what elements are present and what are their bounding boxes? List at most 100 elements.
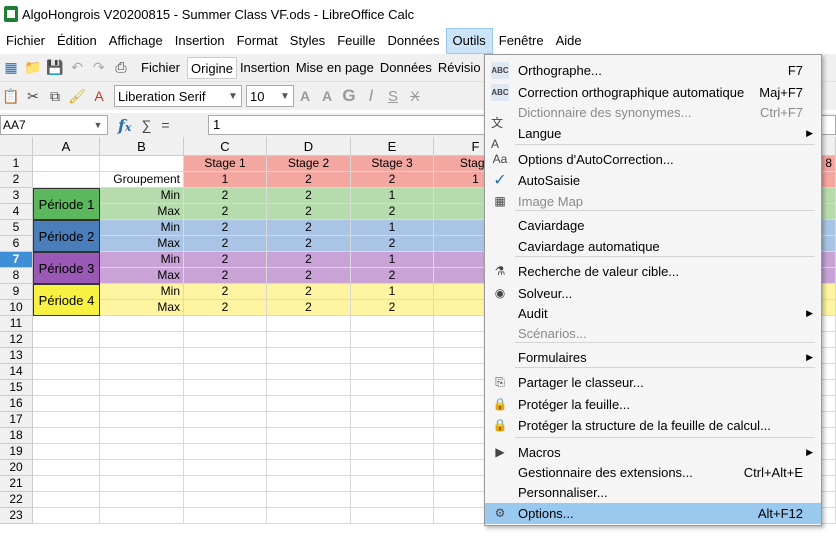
bound-label-min[interactable]: Min xyxy=(100,188,184,204)
empty-cell[interactable] xyxy=(351,476,434,492)
empty-cell[interactable] xyxy=(184,396,267,412)
cell-e2[interactable]: 2 xyxy=(351,172,434,188)
empty-cell[interactable] xyxy=(100,476,184,492)
menu-item-orthographe[interactable]: ABC Orthographe... F7 xyxy=(485,60,821,81)
value-cell[interactable]: 2 xyxy=(351,268,434,284)
menu-item-personnaliser[interactable]: Personnaliser... xyxy=(485,482,821,503)
menu-donnees[interactable]: Données xyxy=(381,28,445,54)
empty-cell[interactable] xyxy=(33,460,100,476)
empty-cell[interactable] xyxy=(184,332,267,348)
cell-d1[interactable]: Stage 2 xyxy=(267,156,351,172)
row-header-20[interactable]: 20 xyxy=(0,460,33,476)
sidebar-toggle-icon[interactable]: ▦ xyxy=(0,57,22,79)
bound-label-max[interactable]: Max xyxy=(100,300,184,316)
cell-e1[interactable]: Stage 3 xyxy=(351,156,434,172)
empty-cell[interactable] xyxy=(351,332,434,348)
value-cell[interactable]: 2 xyxy=(351,236,434,252)
empty-cell[interactable] xyxy=(267,332,351,348)
row-header-4[interactable]: 4 xyxy=(0,204,33,220)
empty-cell[interactable] xyxy=(351,444,434,460)
empty-cell[interactable] xyxy=(33,348,100,364)
value-cell[interactable]: 2 xyxy=(267,204,351,220)
empty-cell[interactable] xyxy=(267,380,351,396)
menu-styles[interactable]: Styles xyxy=(284,28,331,54)
empty-cell[interactable] xyxy=(351,428,434,444)
menu-item-formulaires[interactable]: Formulaires ▶ xyxy=(485,347,821,368)
copy-icon[interactable]: ⧉ xyxy=(44,85,66,107)
row-header-7[interactable]: 7 xyxy=(0,252,33,268)
function-wizard-icon[interactable]: fx xyxy=(118,116,131,135)
empty-cell[interactable] xyxy=(33,364,100,380)
empty-cell[interactable] xyxy=(267,508,351,524)
menu-item-caviardage[interactable]: Caviardage xyxy=(485,215,821,236)
empty-cell[interactable] xyxy=(267,412,351,428)
cut-icon[interactable]: ✂ xyxy=(22,85,44,107)
empty-cell[interactable] xyxy=(351,492,434,508)
empty-cell[interactable] xyxy=(33,412,100,428)
menu-edition[interactable]: Édition xyxy=(51,28,103,54)
menu-fichier[interactable]: Fichier xyxy=(0,28,51,54)
value-cell[interactable]: 2 xyxy=(267,268,351,284)
empty-cell[interactable] xyxy=(33,492,100,508)
bold-icon[interactable]: G xyxy=(338,85,360,107)
bound-label-min[interactable]: Min xyxy=(100,220,184,236)
bound-label-max[interactable]: Max xyxy=(100,268,184,284)
row-header-13[interactable]: 13 xyxy=(0,348,33,364)
value-cell[interactable]: 1 xyxy=(351,252,434,268)
tab-insertion[interactable]: Insertion xyxy=(237,57,293,79)
row-header-8[interactable]: 8 xyxy=(0,268,33,284)
empty-cell[interactable] xyxy=(100,348,184,364)
bound-label-max[interactable]: Max xyxy=(100,204,184,220)
empty-cell[interactable] xyxy=(33,428,100,444)
empty-cell[interactable] xyxy=(100,428,184,444)
empty-cell[interactable] xyxy=(184,428,267,444)
empty-cell[interactable] xyxy=(33,332,100,348)
column-header-b[interactable]: B xyxy=(100,137,184,156)
empty-cell[interactable] xyxy=(100,364,184,380)
empty-cell[interactable] xyxy=(184,476,267,492)
row-header-22[interactable]: 22 xyxy=(0,492,33,508)
menu-item-protéger-la-structure-de-la-feuille-de-calcul[interactable]: 🔒 Protéger la structure de la feuille de … xyxy=(485,415,821,436)
empty-cell[interactable] xyxy=(100,412,184,428)
row-header-17[interactable]: 17 xyxy=(0,412,33,428)
menu-item-options-d-autocorrection[interactable]: Aa Options d'AutoCorrection... xyxy=(485,149,821,170)
column-header-a[interactable]: A xyxy=(33,137,100,156)
empty-cell[interactable] xyxy=(351,364,434,380)
value-cell[interactable]: 2 xyxy=(267,284,351,300)
value-cell[interactable]: 2 xyxy=(184,220,267,236)
row-header-1[interactable]: 1 xyxy=(0,156,33,172)
value-cell[interactable]: 2 xyxy=(184,188,267,204)
row-header-19[interactable]: 19 xyxy=(0,444,33,460)
tab-revision[interactable]: Révisio xyxy=(435,57,484,79)
empty-cell[interactable] xyxy=(100,332,184,348)
chevron-down-icon[interactable]: ▼ xyxy=(277,91,293,102)
redo-icon[interactable]: ↷ xyxy=(88,57,110,79)
cell-c2[interactable]: 1 xyxy=(184,172,267,188)
row-header-14[interactable]: 14 xyxy=(0,364,33,380)
period-label-4[interactable]: Période 4 xyxy=(33,284,100,316)
tab-mise-en-page[interactable]: Mise en page xyxy=(293,57,377,79)
save-icon[interactable]: 💾 xyxy=(44,57,66,79)
open-folder-icon[interactable]: 📁 xyxy=(22,57,44,79)
empty-cell[interactable] xyxy=(184,364,267,380)
empty-cell[interactable] xyxy=(351,380,434,396)
tab-donnees[interactable]: Données xyxy=(377,57,435,79)
row-header-15[interactable]: 15 xyxy=(0,380,33,396)
paste-icon[interactable]: 📋 xyxy=(0,85,22,107)
underline-icon[interactable]: S xyxy=(382,85,404,107)
select-all-corner[interactable] xyxy=(0,137,33,156)
menu-outils[interactable]: Outils xyxy=(445,28,493,54)
column-header-c[interactable]: C xyxy=(184,137,267,156)
menu-item-solveur[interactable]: ◉ Solveur... xyxy=(485,283,821,304)
cell-b1[interactable] xyxy=(100,156,184,172)
value-cell[interactable]: 2 xyxy=(267,252,351,268)
bound-label-min[interactable]: Min xyxy=(100,284,184,300)
name-box[interactable]: AA7 ▼ xyxy=(0,115,108,135)
grow-font-icon[interactable]: A xyxy=(294,85,316,107)
value-cell[interactable]: 2 xyxy=(184,284,267,300)
period-label-3[interactable]: Période 3 xyxy=(33,252,100,284)
cell-c1[interactable]: Stage 1 xyxy=(184,156,267,172)
empty-cell[interactable] xyxy=(184,348,267,364)
strikethrough-icon[interactable]: X xyxy=(404,85,426,107)
font-name-combo[interactable]: Liberation Serif ▼ xyxy=(114,85,242,107)
